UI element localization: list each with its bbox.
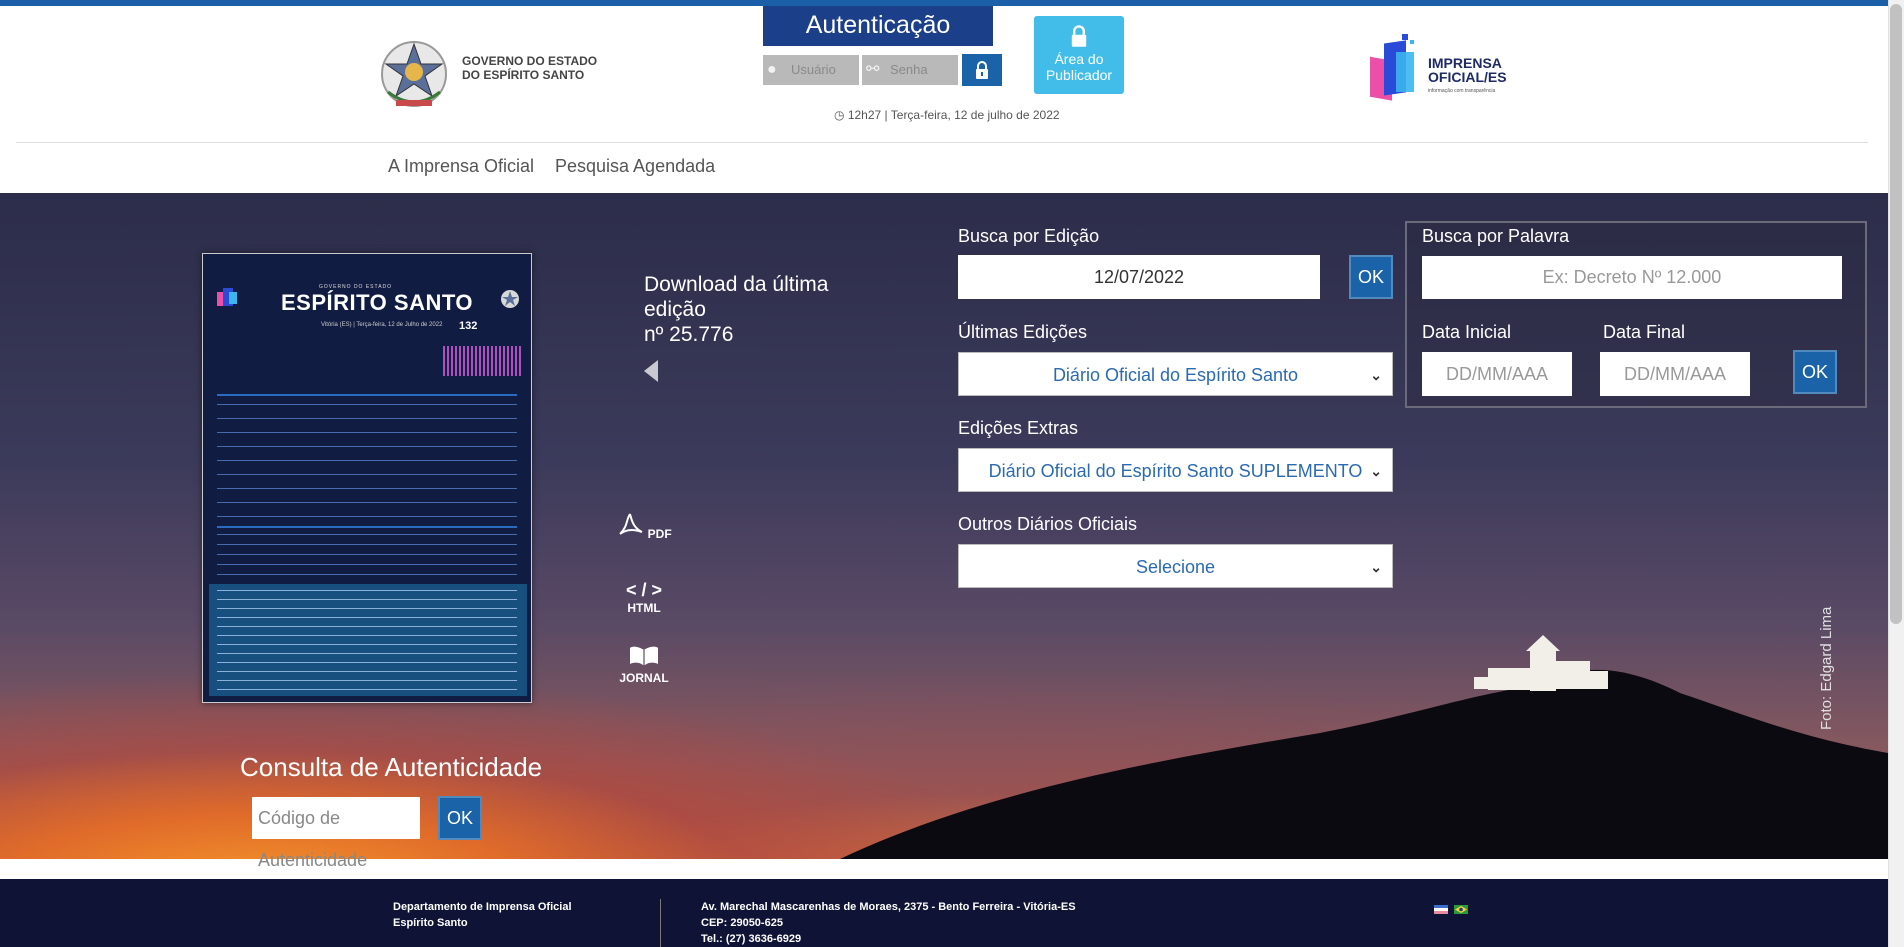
pdf-label: PDF bbox=[647, 527, 672, 541]
download-line2: edição bbox=[644, 298, 706, 321]
other-journals-label: Outros Diários Oficiais bbox=[958, 514, 1138, 534]
clock-icon: ◷ bbox=[834, 108, 845, 122]
download-pdf-button[interactable]: PDF bbox=[614, 512, 674, 541]
scrollbar-thumb[interactable] bbox=[1890, 4, 1902, 624]
coat-of-arms-icon bbox=[501, 290, 519, 308]
last-editions-select[interactable]: Diário Oficial do Espírito Santo ⌄ bbox=[958, 352, 1393, 396]
other-journals-select[interactable]: Selecione ⌄ bbox=[958, 544, 1393, 588]
cover-divider bbox=[217, 394, 517, 396]
photo-credit: Foto: Edgard Lima bbox=[1818, 606, 1835, 730]
authenticity-code-input[interactable]: Código de Autenticidade bbox=[252, 797, 420, 870]
cover-text-block bbox=[217, 404, 517, 524]
cover-anniversary-number: 132 bbox=[459, 320, 478, 332]
end-date-input[interactable]: DD/MM/AAA bbox=[1600, 352, 1750, 396]
search-edition-label: Busca por Edição bbox=[958, 226, 1100, 246]
cover-date: Vitória (ES) | Terça-feira, 12 de Julho … bbox=[321, 322, 443, 328]
nav-pesquisa-agendada[interactable]: Pesquisa Agendada bbox=[555, 156, 715, 177]
download-line1: Download da última bbox=[644, 273, 829, 296]
authenticity-code-placeholder: Código de Autenticidade bbox=[258, 808, 368, 870]
clock-line: ◷ 12h27 | Terça-feira, 12 de julho de 20… bbox=[834, 108, 1060, 122]
vertical-scrollbar[interactable] bbox=[1888, 0, 1904, 947]
open-book-icon bbox=[630, 646, 658, 666]
cover-decoration bbox=[443, 346, 523, 376]
footer-dept-line1: Departamento de Imprensa Oficial bbox=[393, 901, 572, 913]
footer-phone: Tel.: (27) 3636-6929 bbox=[701, 933, 802, 945]
username-field[interactable]: ● Usuário bbox=[763, 55, 859, 85]
auth-title: Autenticação bbox=[763, 6, 993, 46]
lock-icon bbox=[976, 61, 988, 79]
end-date-label: Data Final bbox=[1603, 322, 1686, 342]
gov-name-line1: GOVERNO DO ESTADO bbox=[462, 54, 598, 68]
download-html-button[interactable]: < / > HTML bbox=[614, 580, 674, 615]
chevron-down-icon: ⌄ bbox=[1370, 463, 1382, 479]
user-icon: ● bbox=[767, 61, 777, 78]
extra-editions-selected: Diário Oficial do Espírito Santo SUPLEME… bbox=[988, 461, 1363, 481]
footer-address-line1: Av. Marechal Mascarenhas de Moraes, 2375… bbox=[701, 901, 1076, 913]
keyword-ok-button[interactable]: OK bbox=[1793, 350, 1837, 394]
lock-icon bbox=[1071, 25, 1087, 47]
footer-department: Departamento de Imprensa Oficial Espírit… bbox=[393, 899, 572, 931]
es-state-flag-icon[interactable] bbox=[1434, 905, 1448, 914]
keyword-search-label: Busca por Palavra bbox=[1422, 226, 1570, 246]
gov-name-line2: DO ESPÍRITO SANTO bbox=[462, 68, 585, 82]
footer-address: Av. Marechal Mascarenhas de Moraes, 2375… bbox=[701, 899, 1076, 947]
chevron-down-icon: ⌄ bbox=[1370, 559, 1382, 575]
authenticity-ok-button[interactable]: OK bbox=[438, 796, 482, 840]
last-editions-label: Últimas Edições bbox=[958, 322, 1088, 342]
username-placeholder: Usuário bbox=[791, 62, 836, 77]
extra-editions-label: Edições Extras bbox=[958, 418, 1079, 438]
government-name: GOVERNO DO ESTADO DO ESPÍRITO SANTO bbox=[462, 54, 597, 82]
pdf-icon bbox=[619, 513, 643, 535]
extra-editions-select[interactable]: Diário Oficial do Espírito Santo SUPLEME… bbox=[958, 448, 1393, 492]
password-placeholder: Senha bbox=[890, 62, 928, 77]
publisher-area-button[interactable]: Área do Publicador bbox=[1034, 16, 1124, 94]
download-jornal-button[interactable]: JORNAL bbox=[614, 644, 674, 685]
imprensa-oficial-emblem bbox=[1370, 34, 1414, 101]
publisher-area-label-1: Área do bbox=[1054, 51, 1104, 67]
authenticity-title: Consulta de Autenticidade bbox=[240, 752, 543, 782]
previous-edition-arrow-icon[interactable] bbox=[644, 360, 658, 382]
nav-imprensa-oficial[interactable]: A Imprensa Oficial bbox=[388, 156, 534, 177]
footer: Departamento de Imprensa Oficial Espírit… bbox=[0, 879, 1888, 947]
io-logo-line2: OFICIAL/ES bbox=[1428, 69, 1507, 85]
footer-address-line2: CEP: 29050-625 bbox=[701, 917, 783, 929]
cover-divider bbox=[217, 526, 517, 528]
edition-date-input[interactable]: 12/07/2022 bbox=[958, 255, 1320, 299]
io-logo-tagline: informação com transparência bbox=[1428, 88, 1496, 94]
key-icon: ⚯ bbox=[866, 61, 880, 78]
chevron-down-icon: ⌄ bbox=[1370, 367, 1382, 383]
download-edition-number: nº 25.776 bbox=[644, 323, 734, 346]
start-date-label: Data Inicial bbox=[1422, 322, 1512, 342]
footer-divider bbox=[660, 899, 661, 947]
keyword-input[interactable]: Ex: Decreto Nº 12.000 bbox=[1422, 256, 1842, 299]
header-divider bbox=[16, 142, 1868, 143]
imprensa-oficial-emblem bbox=[217, 288, 237, 306]
government-coat-of-arms-logo bbox=[381, 41, 447, 107]
io-logo-line1: IMPRENSA bbox=[1428, 55, 1502, 71]
last-editions-selected: Diário Oficial do Espírito Santo bbox=[1052, 365, 1299, 385]
cover-text-block bbox=[217, 534, 517, 584]
jornal-label: JORNAL bbox=[619, 671, 669, 685]
html-label: HTML bbox=[627, 601, 661, 615]
brazil-flag-icon[interactable] bbox=[1454, 905, 1468, 914]
start-date-input[interactable]: DD/MM/AAA bbox=[1422, 352, 1572, 396]
login-button[interactable] bbox=[962, 54, 1002, 86]
html-code-icon: < / > bbox=[625, 580, 663, 600]
footer-dept-line2: Espírito Santo bbox=[393, 917, 468, 929]
password-field[interactable]: ⚯ Senha bbox=[862, 55, 958, 85]
cover-title: ESPÍRITO SANTO bbox=[281, 290, 474, 315]
publisher-area-label-2: Publicador bbox=[1045, 67, 1113, 83]
cover-text-block bbox=[217, 590, 517, 690]
latest-edition-cover[interactable]: GOVERNO DO ESTADO ESPÍRITO SANTO Vitória… bbox=[202, 253, 532, 703]
download-latest-text[interactable]: Download da última edição nº 25.776 bbox=[644, 272, 828, 347]
clock-text: 12h27 | Terça-feira, 12 de julho de 2022 bbox=[847, 108, 1060, 122]
imprensa-oficial-logo: IMPRENSA OFICIAL/ES informação com trans… bbox=[1366, 28, 1516, 114]
other-journals-selected: Selecione bbox=[1135, 557, 1216, 577]
edition-ok-button[interactable]: OK bbox=[1349, 255, 1393, 299]
